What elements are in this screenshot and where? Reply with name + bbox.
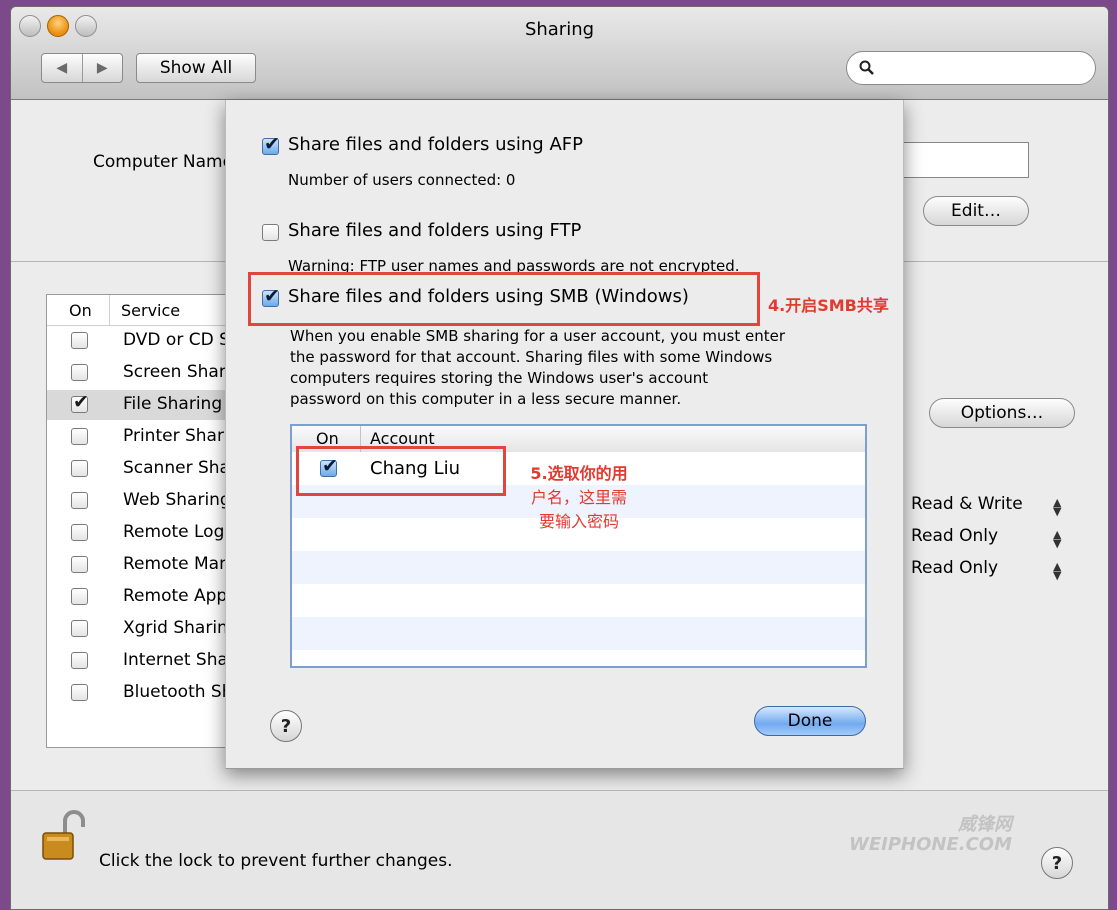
computer-name-label: Computer Name: — [93, 152, 239, 172]
service-checkbox[interactable] — [71, 684, 88, 701]
show-all-button[interactable]: Show All — [136, 53, 256, 83]
afp-status: Number of users connected: 0 — [288, 171, 516, 189]
lock-icon[interactable] — [39, 807, 87, 863]
options-button[interactable]: Options… — [929, 398, 1075, 428]
service-label: Xgrid Sharing — [123, 618, 239, 638]
account-row — [292, 650, 865, 666]
forward-button[interactable]: ▶ — [83, 54, 123, 82]
smb-description-line: password on this computer in a less secu… — [290, 390, 682, 408]
smb-description-line: the password for that account. Sharing f… — [290, 348, 773, 366]
back-forward-control: ◀ ▶ — [41, 53, 123, 83]
search-input[interactable] — [846, 51, 1096, 85]
computer-name-field[interactable] — [893, 142, 1029, 178]
service-label: Remote Login — [123, 522, 240, 542]
file-sharing-options-sheet: Share files and folders using AFP Number… — [225, 100, 904, 769]
up-down-arrows-icon[interactable]: ▲ ▼ — [1053, 561, 1061, 581]
service-checkbox[interactable] — [71, 391, 89, 413]
up-down-arrows-icon[interactable]: ▲ ▼ — [1053, 529, 1061, 549]
account-highlight-box — [296, 446, 506, 496]
up-down-arrows-icon[interactable]: ▲ ▼ — [1053, 497, 1061, 517]
back-button[interactable]: ◀ — [42, 54, 83, 82]
search-icon — [859, 60, 874, 75]
edit-button[interactable]: Edit… — [923, 196, 1029, 226]
service-checkbox[interactable] — [71, 460, 88, 477]
smb-description: When you enable SMB sharing for a user a… — [290, 326, 785, 410]
sharing-window: Sharing ◀ ▶ Show All Computer Name: Edit… — [10, 6, 1109, 910]
service-checkbox[interactable] — [71, 332, 88, 349]
service-checkbox[interactable] — [71, 620, 88, 637]
watermark-line: WEIPHONE.COM — [848, 834, 1012, 855]
lock-message: Click the lock to prevent further change… — [99, 851, 453, 871]
account-row — [292, 584, 865, 617]
watermark: 威锋网 WEIPHONE.COM — [849, 815, 1012, 855]
watermark-line: 威锋网 — [958, 814, 1012, 835]
smb-description-line: computers requires storing the Windows u… — [290, 369, 709, 387]
column-on-header: On — [69, 301, 92, 320]
column-service-header: Service — [121, 301, 181, 320]
account-annotation-line: 要输入密码 — [538, 512, 619, 531]
service-checkbox[interactable] — [71, 652, 88, 669]
service-label: Web Sharing — [123, 490, 231, 510]
permission-value[interactable]: Read & Write — [911, 494, 1023, 514]
service-checkbox[interactable] — [71, 492, 88, 509]
afp-checkbox[interactable] — [262, 133, 280, 155]
ftp-checkbox[interactable] — [262, 224, 279, 241]
smb-highlight-box — [248, 272, 760, 326]
help-button[interactable]: ? — [1041, 847, 1073, 879]
service-checkbox[interactable] — [71, 588, 88, 605]
account-annotation-line: 5.选取你的用 — [530, 464, 628, 483]
account-row — [292, 617, 865, 650]
ftp-label: Share files and folders using FTP — [288, 220, 582, 241]
smb-annotation: 4.开启SMB共享 — [768, 296, 889, 315]
service-checkbox[interactable] — [71, 428, 88, 445]
service-label: File Sharing — [123, 394, 223, 414]
title-bar: Sharing ◀ ▶ Show All — [11, 7, 1108, 100]
permission-value[interactable]: Read Only — [911, 526, 998, 546]
sharing-content: Computer Name: Edit… On Service DVD or C… — [11, 100, 1108, 909]
afp-label: Share files and folders using AFP — [288, 134, 583, 155]
window-title: Sharing — [524, 19, 595, 40]
service-checkbox[interactable] — [71, 524, 88, 541]
account-row — [292, 551, 865, 584]
done-button[interactable]: Done — [754, 706, 866, 736]
column-divider — [109, 295, 110, 325]
smb-description-line: When you enable SMB sharing for a user a… — [290, 327, 786, 345]
account-annotation-line: 户名，这里需 — [530, 488, 627, 507]
footer-bar: Click the lock to prevent further change… — [11, 790, 1108, 909]
service-checkbox[interactable] — [71, 364, 88, 381]
service-checkbox[interactable] — [71, 556, 88, 573]
account-annotation: 5.选取你的用 户名，这里需 要输入密码 — [514, 462, 644, 534]
permission-value[interactable]: Read Only — [911, 558, 998, 578]
sheet-help-button[interactable]: ? — [270, 710, 302, 742]
